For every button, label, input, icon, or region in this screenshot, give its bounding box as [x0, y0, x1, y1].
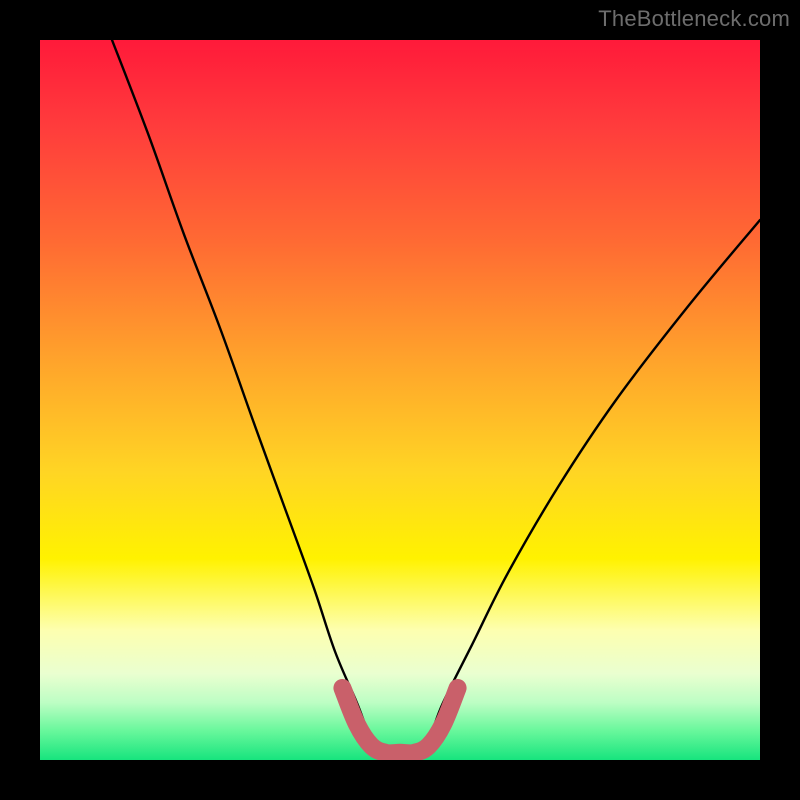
plot-area — [40, 40, 760, 760]
watermark-text: TheBottleneck.com — [598, 6, 790, 32]
chart-frame: TheBottleneck.com — [0, 0, 800, 800]
bottleneck-curve — [112, 40, 760, 756]
tolerance-band — [342, 688, 457, 753]
curve-svg — [40, 40, 760, 760]
